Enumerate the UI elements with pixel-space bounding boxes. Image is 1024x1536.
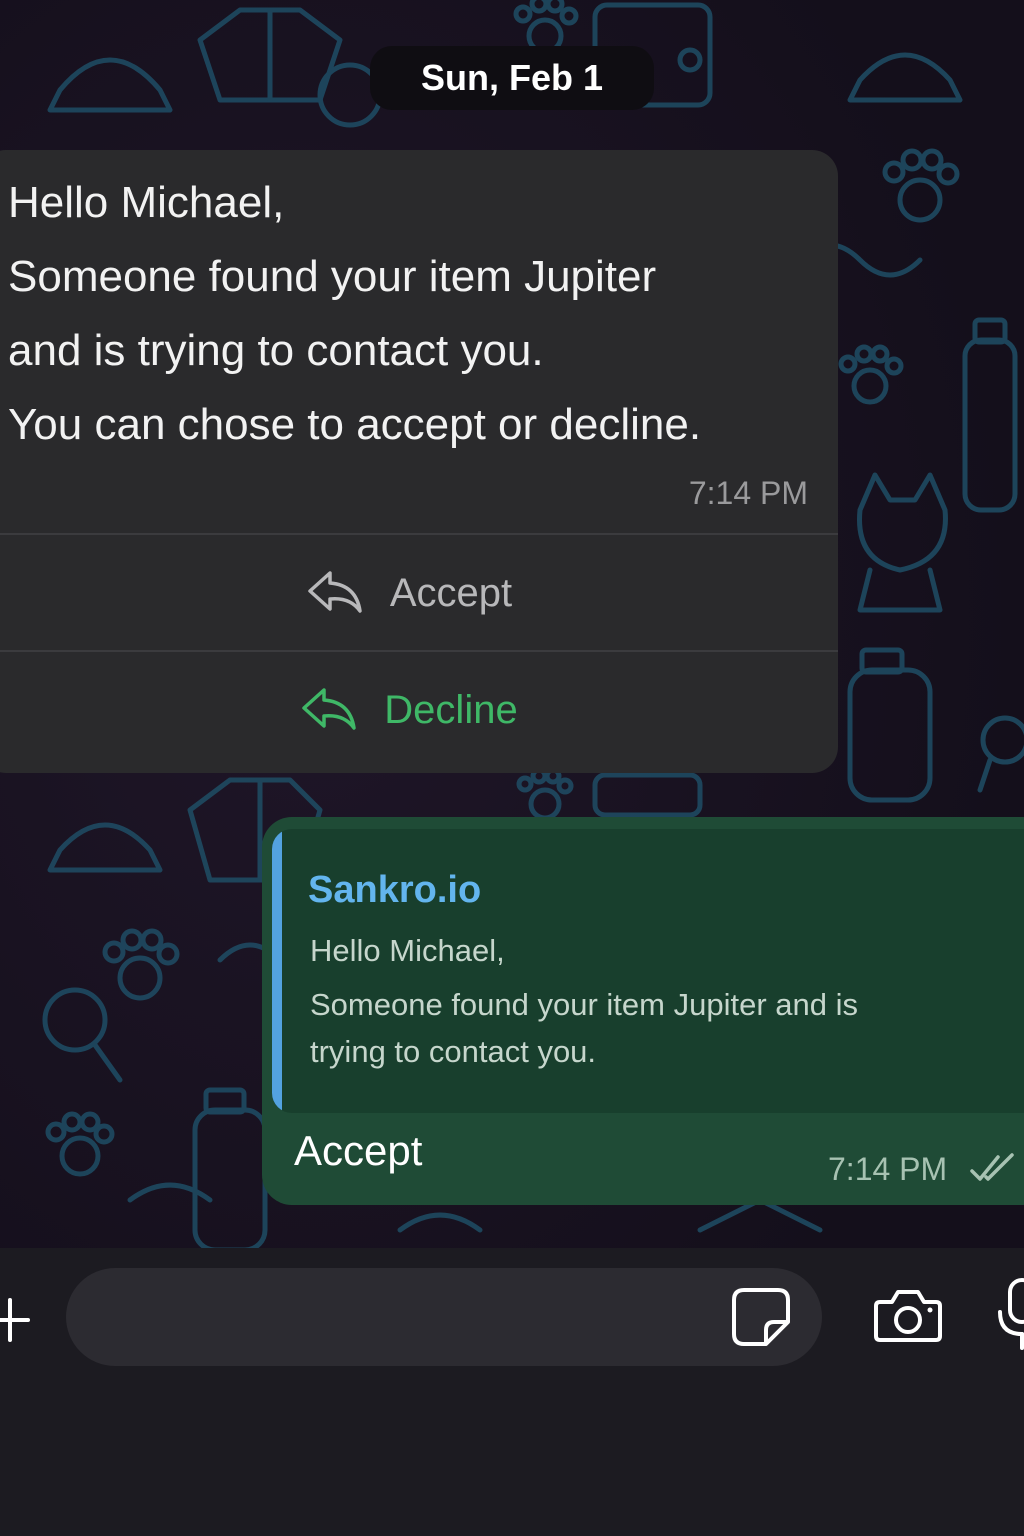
incoming-message-line: Hello Michael, (8, 178, 285, 227)
chat-screen: Sun, Feb 1 Hello Michael, Someone found … (0, 0, 1024, 1536)
reply-icon (302, 688, 357, 730)
cap-doodle (847, 52, 963, 103)
reply-icon (308, 571, 362, 613)
message-input[interactable] (66, 1268, 822, 1366)
bottle-doodle (847, 647, 933, 803)
microphone-icon[interactable] (996, 1278, 1024, 1350)
paw-doodle (45, 1111, 115, 1177)
double-check-icon (970, 1153, 1014, 1181)
quoted-message[interactable]: Sankro.io Hello Michael, Someone found y… (272, 829, 1024, 1113)
decline-button-label: Decline (384, 687, 518, 732)
decline-button[interactable]: Decline (0, 652, 838, 768)
bottle-doodle (962, 317, 1018, 513)
scribble-doodle (127, 1182, 213, 1203)
key-doodle (977, 715, 1024, 793)
cap-doodle (47, 822, 163, 873)
quoted-line: trying to contact you. (310, 1034, 597, 1069)
quote-bar (272, 829, 282, 1113)
plus-icon[interactable] (0, 1292, 30, 1348)
sticker-icon[interactable] (730, 1286, 792, 1348)
incoming-message-time: 7:14 PM (688, 475, 808, 511)
quoted-sender: Sankro.io (308, 869, 482, 911)
outgoing-message-bubble: Sankro.io Hello Michael, Someone found y… (262, 817, 1024, 1205)
date-separator: Sun, Feb 1 (370, 46, 654, 110)
accept-button[interactable]: Accept (0, 535, 838, 651)
cat-doodle (857, 472, 948, 613)
quoted-line: Someone found your item Jupiter and is (310, 987, 858, 1022)
bottle-doodle (192, 1087, 268, 1250)
camera-icon[interactable] (872, 1288, 944, 1344)
paw-doodle (838, 344, 904, 405)
paw-doodle (882, 148, 960, 223)
date-label: Sun, Feb 1 (420, 57, 604, 98)
incoming-message-line: Someone found your item Jupiter (8, 252, 657, 301)
paw-doodle (516, 767, 574, 821)
quoted-line: Hello Michael, (310, 933, 505, 968)
incoming-message-bubble: Hello Michael, Someone found your item J… (0, 150, 838, 773)
wallet-doodle (592, 772, 703, 818)
outgoing-message-time: 7:14 PM (828, 1151, 948, 1187)
message-composer (0, 1248, 1024, 1536)
outgoing-message-text: Accept (294, 1127, 423, 1174)
key-doodle (42, 987, 123, 1083)
paw-doodle (513, 0, 579, 55)
cap-doodle (47, 57, 173, 113)
accept-button-label: Accept (389, 570, 513, 615)
paw-doodle (102, 928, 180, 1001)
incoming-message-line: and is trying to contact you. (8, 326, 544, 375)
scribble-doodle (397, 1212, 483, 1233)
incoming-message-line: You can chose to accept or decline. (8, 400, 702, 449)
